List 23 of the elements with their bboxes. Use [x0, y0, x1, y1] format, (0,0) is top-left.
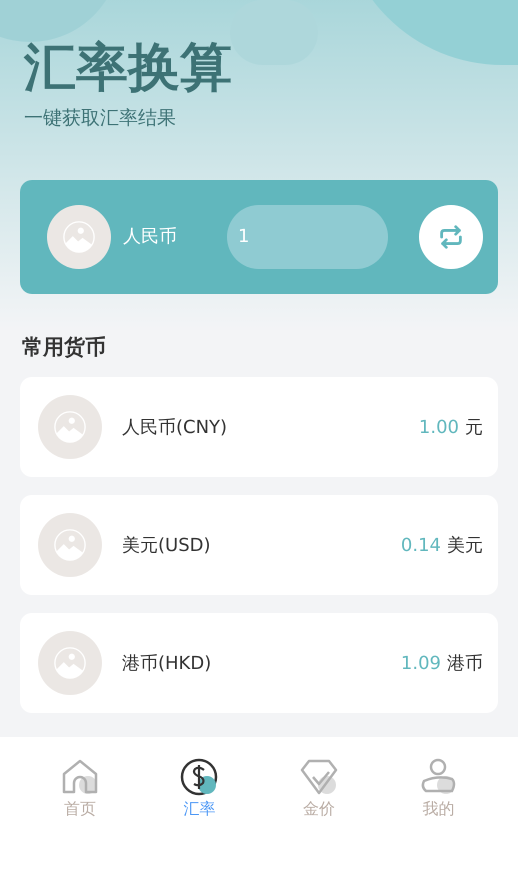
currency-label: 人民币(CNY) — [122, 416, 228, 440]
tab-item[interactable]: 金价 — [259, 757, 378, 819]
currency-row[interactable]: 美元(USD) 0.14 美元 — [20, 495, 498, 595]
currency-row[interactable]: 人民币(CNY) 1.00 元 — [20, 377, 498, 477]
diamond-icon — [298, 757, 339, 797]
amount-field[interactable]: 1 — [227, 204, 388, 268]
rate-value: 1.00 — [418, 416, 459, 440]
currency-label: 美元(USD) — [122, 534, 211, 558]
rate-value: 1.09 — [400, 652, 441, 676]
rate-value: 0.14 — [400, 534, 441, 558]
rate-unit: 美元 — [447, 534, 483, 558]
page-title: 汇率换算 — [24, 37, 233, 100]
page-subtitle: 一键获取汇率结果 — [24, 106, 177, 131]
currency-label: 港币(HKD) — [122, 652, 212, 676]
tab-item[interactable]: 我的 — [378, 757, 498, 819]
currency-row[interactable]: 港币(HKD) 1.09 港币 — [20, 613, 498, 713]
tab-item[interactable]: 首页 — [20, 757, 140, 819]
dollar-icon — [179, 757, 220, 797]
rate-unit: 元 — [465, 416, 483, 440]
tab-item[interactable]: 汇率 — [140, 757, 259, 819]
rate-unit: 港币 — [447, 652, 483, 676]
currency-name[interactable]: 人民币 — [123, 223, 227, 250]
section-title: 常用货币 — [22, 334, 107, 360]
